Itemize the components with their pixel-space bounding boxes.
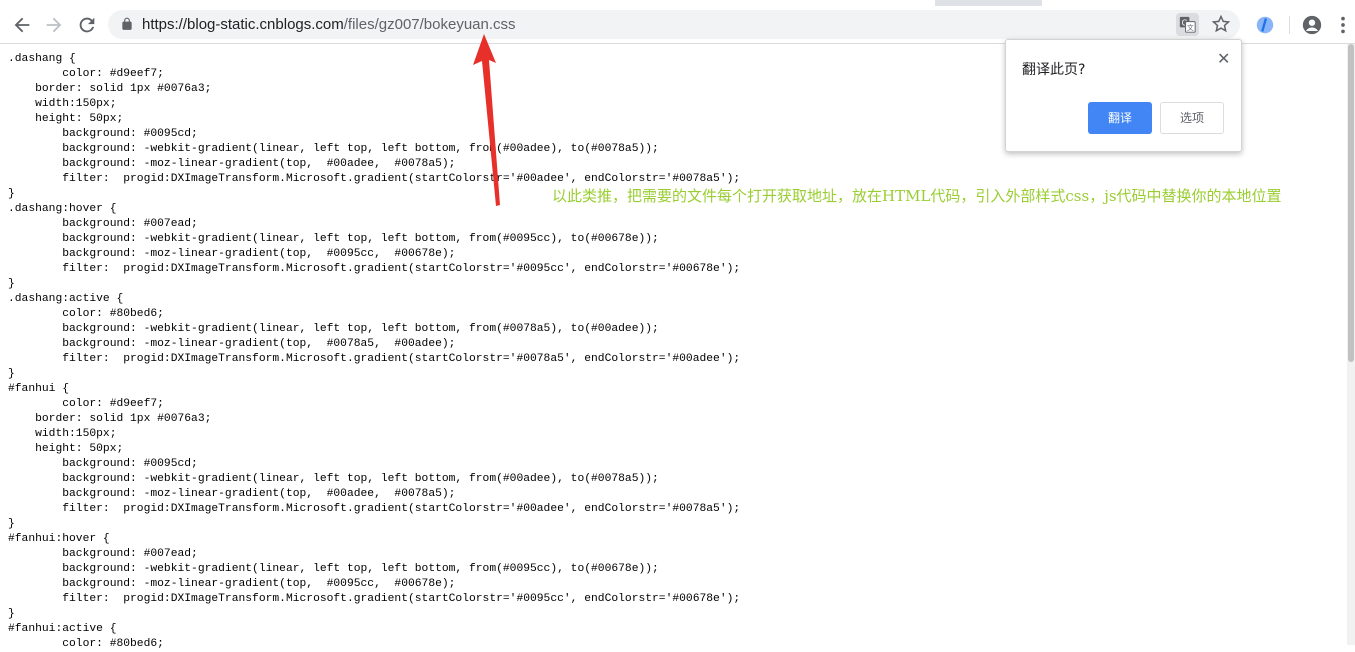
- code-line: filter: progid:DXImageTransform.Microsof…: [8, 593, 741, 605]
- translate-button[interactable]: G 文: [1176, 13, 1199, 36]
- code-line: height: 50px;: [8, 443, 124, 455]
- code-line: background: -moz-linear-gradient(top, #0…: [8, 488, 456, 500]
- forward-button[interactable]: [43, 14, 65, 36]
- code-line: }: [8, 278, 15, 290]
- close-icon[interactable]: ✕: [1217, 49, 1230, 68]
- options-button[interactable]: 选项: [1160, 102, 1224, 134]
- svg-text:文: 文: [1187, 23, 1194, 32]
- code-line: border: solid 1px #0076a3;: [8, 413, 212, 425]
- code-line: color: #d9eef7;: [8, 398, 164, 410]
- reload-icon: [79, 17, 95, 33]
- code-line: #fanhui:active {: [8, 623, 117, 635]
- reload-button[interactable]: [76, 14, 98, 36]
- code-line: }: [8, 368, 15, 380]
- code-line: background: -moz-linear-gradient(top, #0…: [8, 578, 456, 590]
- code-line: filter: progid:DXImageTransform.Microsof…: [8, 173, 741, 185]
- code-line: filter: progid:DXImageTransform.Microsof…: [8, 503, 741, 515]
- code-line: background: #0095cd;: [8, 458, 198, 470]
- code-line: width:150px;: [8, 98, 117, 110]
- arrow-left-icon: [14, 17, 30, 33]
- code-line: filter: progid:DXImageTransform.Microsof…: [8, 353, 741, 365]
- red-arrow-annotation: [473, 34, 500, 206]
- code-line: filter: progid:DXImageTransform.Microsof…: [8, 263, 741, 275]
- code-line: height: 50px;: [8, 113, 124, 125]
- code-line: background: -webkit-gradient(linear, lef…: [8, 323, 659, 335]
- annotation-text: 以此类推，把需要的文件每个打开获取地址，放在HTML代码，引入外部样式css，j…: [552, 187, 1282, 205]
- popup-title: 翻译此页?: [1022, 62, 1086, 78]
- code-line: background: -webkit-gradient(linear, lef…: [8, 563, 659, 575]
- code-line: background: -webkit-gradient(linear, lef…: [8, 143, 659, 155]
- kebab-menu-icon[interactable]: [1336, 14, 1350, 36]
- code-line: }: [8, 608, 15, 620]
- translate-page-button[interactable]: 翻译: [1088, 102, 1152, 134]
- code-line: background: -moz-linear-gradient(top, #0…: [8, 248, 456, 260]
- url-text[interactable]: https://blog-static.cnblogs.com/files/gz…: [142, 15, 516, 34]
- url-path: /files/gz007/bokeyuan.css: [343, 16, 516, 33]
- toolbar-separator: [1289, 16, 1290, 34]
- code-line: background: -webkit-gradient(linear, lef…: [8, 233, 659, 245]
- code-line: background: -webkit-gradient(linear, lef…: [8, 473, 659, 485]
- code-line: color: #80bed6;: [8, 308, 164, 320]
- account-icon[interactable]: [1301, 14, 1323, 36]
- code-line: background: #007ead;: [8, 218, 198, 230]
- code-line: background: -moz-linear-gradient(top, #0…: [8, 338, 456, 350]
- scrollbar-thumb[interactable]: [1348, 44, 1354, 362]
- css-source-text: .dashang { color: #d9eef7; border: solid…: [8, 52, 740, 652]
- extension-icon[interactable]: [1254, 14, 1276, 36]
- code-line: border: solid 1px #0076a3;: [8, 83, 212, 95]
- code-line: #fanhui {: [8, 383, 70, 395]
- lock-icon: [122, 17, 132, 30]
- code-line: .dashang:active {: [8, 293, 124, 305]
- code-line: #fanhui:hover {: [8, 533, 110, 545]
- back-button[interactable]: [11, 14, 33, 36]
- code-line: width:150px;: [8, 428, 117, 440]
- url-host: https://blog-static.cnblogs.com: [142, 16, 344, 33]
- translate-icon: G 文: [1179, 16, 1196, 33]
- code-line: background: -moz-linear-gradient(top, #0…: [8, 158, 456, 170]
- arrow-right-icon: [46, 17, 62, 33]
- translate-popup: 翻译此页? ✕ 翻译 选项: [1005, 39, 1242, 152]
- vertical-scrollbar[interactable]: [1347, 44, 1355, 645]
- address-bar[interactable]: https://blog-static.cnblogs.com/files/gz…: [108, 10, 1240, 39]
- code-line: }: [8, 518, 15, 530]
- code-line: .dashang {: [8, 53, 76, 65]
- code-line: background: #0095cd;: [8, 128, 198, 140]
- code-line: background: #007ead;: [8, 548, 198, 560]
- star-icon[interactable]: [1211, 14, 1231, 34]
- code-line: color: #d9eef7;: [8, 68, 164, 80]
